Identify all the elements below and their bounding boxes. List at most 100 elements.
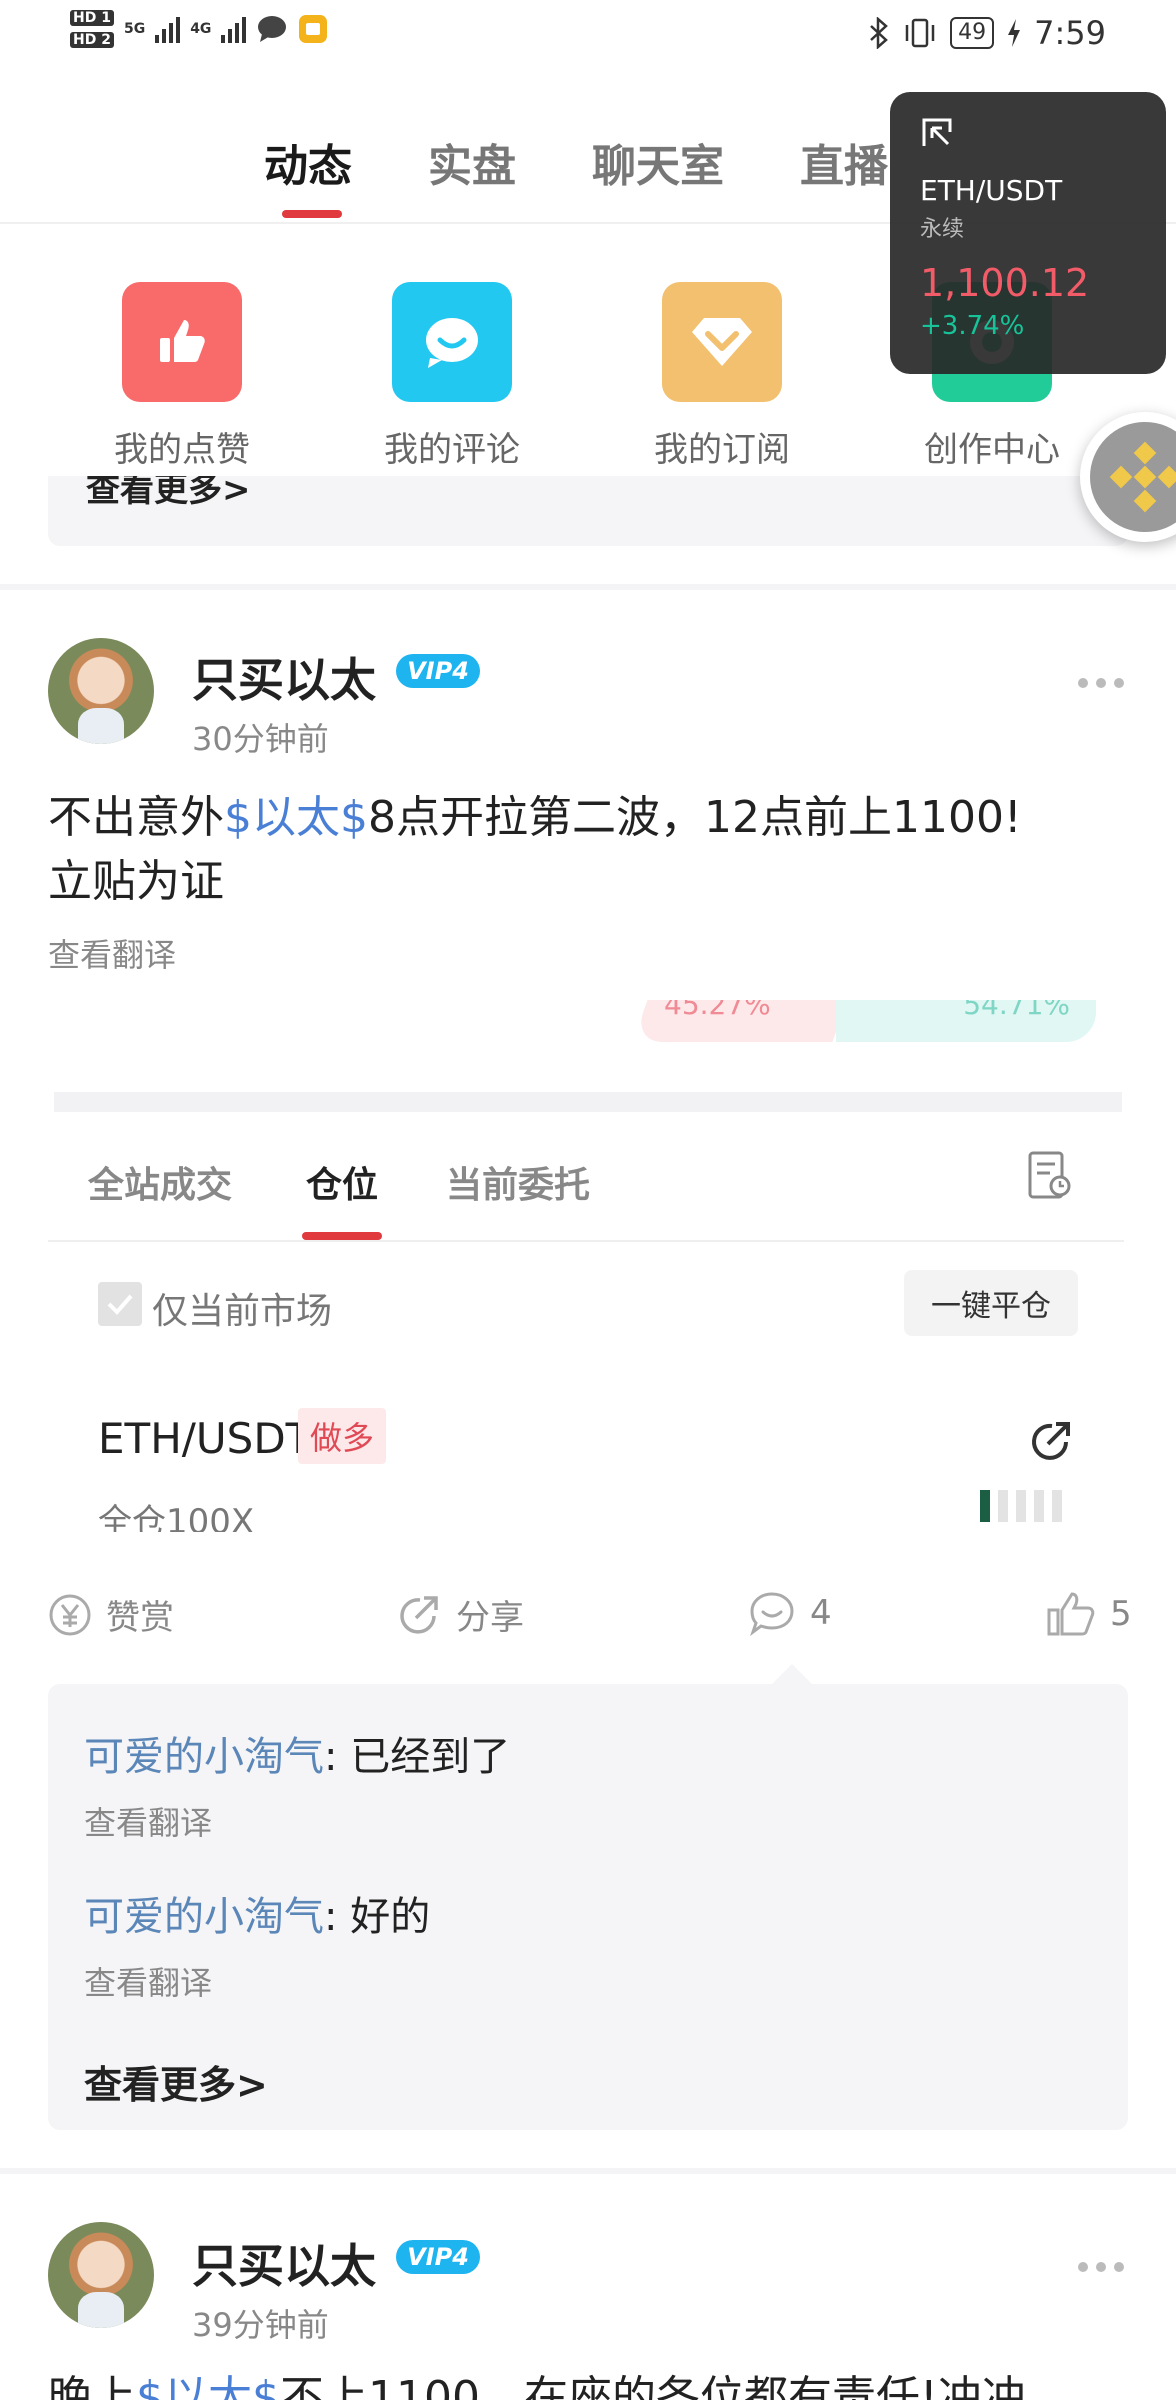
short-ratio-label: 54.71% bbox=[963, 1000, 1070, 1021]
expand-window-icon[interactable] bbox=[920, 116, 954, 150]
risk-level-indicator bbox=[980, 1490, 1062, 1522]
post-text: 不出意外$以太$8点开拉第二波，12点前上1100! 立贴为证 bbox=[48, 786, 1128, 914]
signal-icon bbox=[155, 15, 181, 43]
long-ratio-label: 45.27% bbox=[664, 1000, 771, 1021]
app-notification-icon bbox=[299, 15, 328, 43]
view-translation-link[interactable]: 查看翻译 bbox=[84, 1958, 212, 2004]
subtab-all-trades[interactable]: 全站成交 bbox=[88, 1156, 232, 1208]
thumbs-up-outline-icon bbox=[1047, 1592, 1095, 1636]
signal-icon-2 bbox=[221, 15, 247, 43]
vip-badge: VIP4 bbox=[396, 2240, 480, 2274]
embedded-card-divider bbox=[54, 1092, 1122, 1112]
tip-button[interactable]: 赞赏 bbox=[48, 1590, 174, 1639]
share-position-icon[interactable] bbox=[1028, 1418, 1074, 1464]
post-time: 30分钟前 bbox=[192, 720, 329, 758]
floating-price-widget[interactable]: ETH/USDT 永续 1,100.12 +3.74% bbox=[890, 92, 1166, 374]
position-side-badge: 做多 bbox=[298, 1408, 387, 1464]
post-text-pre: 晚上 bbox=[48, 2372, 136, 2400]
vip-badge: VIP4 bbox=[396, 654, 480, 688]
binance-logo-icon bbox=[1090, 422, 1176, 532]
post-text-post: 8点开拉第二波，12点前上1100! bbox=[368, 792, 1022, 843]
comment-item: 可爱的小淘气: 好的 bbox=[84, 1884, 430, 1942]
vibrate-icon bbox=[905, 18, 935, 48]
comment-count: 4 bbox=[810, 1593, 832, 1633]
only-current-market-checkbox[interactable] bbox=[98, 1282, 142, 1326]
avatar[interactable] bbox=[48, 638, 154, 744]
widget-pair: ETH/USDT bbox=[920, 174, 1063, 207]
comment-button[interactable]: 4 bbox=[748, 1590, 832, 1636]
battery-indicator: 49 bbox=[950, 17, 995, 49]
subtabs-divider bbox=[48, 1240, 1124, 1242]
comment-text: : 好的 bbox=[324, 1894, 431, 1940]
position-leverage: 全仓100X bbox=[98, 1502, 255, 1532]
top-tabs: 动态 实盘 聊天室 直播 bbox=[264, 130, 888, 194]
post-author[interactable]: 只买以太 bbox=[192, 644, 376, 710]
sim-indicators: HD 1 HD 2 bbox=[70, 10, 114, 48]
widget-price: 1,100.12 bbox=[920, 261, 1090, 305]
sim2-label: HD 2 bbox=[70, 32, 114, 48]
comments-pointer bbox=[772, 1664, 812, 1684]
previous-post-comments-card: 查看更多> bbox=[48, 476, 1128, 546]
tab-feed[interactable]: 动态 bbox=[264, 130, 352, 194]
shortcut-label: 创作中心 bbox=[924, 430, 1060, 470]
thumbs-up-icon bbox=[122, 282, 242, 402]
shortcut-my-comments[interactable]: 我的评论 bbox=[352, 282, 552, 471]
view-translation-link[interactable]: 查看翻译 bbox=[48, 930, 176, 976]
order-history-icon[interactable] bbox=[1026, 1150, 1074, 1202]
post-actions: 赞赏 分享 4 5 bbox=[0, 1590, 1176, 1640]
shortcut-my-subscriptions[interactable]: 我的订阅 bbox=[622, 282, 822, 471]
tab-livestream[interactable]: 直播 bbox=[800, 130, 888, 194]
post-time: 39分钟前 bbox=[192, 2306, 329, 2344]
view-translation-link[interactable]: 查看翻译 bbox=[84, 1798, 212, 1844]
comment-icon bbox=[392, 282, 512, 402]
section-separator bbox=[0, 2168, 1176, 2174]
comment-user[interactable]: 可爱的小淘气 bbox=[84, 1734, 324, 1780]
more-options-icon[interactable] bbox=[1078, 678, 1124, 688]
only-current-market-label: 仅当前市场 bbox=[152, 1291, 333, 1332]
subtab-positions[interactable]: 仓位 bbox=[306, 1156, 378, 1208]
sim1-label: HD 1 bbox=[70, 10, 114, 26]
comment-user[interactable]: 可爱的小淘气 bbox=[84, 1894, 324, 1940]
avatar[interactable] bbox=[48, 2222, 154, 2328]
post-text-post: 不上1100，在座的各位都有责任!冲冲 bbox=[280, 2372, 1026, 2400]
tip-label: 赞赏 bbox=[106, 1598, 174, 1638]
post-coin-tag[interactable]: $以太$ bbox=[224, 792, 368, 843]
widget-change: +3.74% bbox=[920, 311, 1025, 341]
comment-item: 可爱的小淘气: 已经到了 bbox=[84, 1724, 510, 1782]
shortcut-my-likes[interactable]: 我的点赞 bbox=[82, 282, 282, 471]
post-text-pre: 不出意外 bbox=[48, 792, 224, 843]
yuan-coin-icon bbox=[49, 1594, 91, 1635]
view-more-comments-link[interactable]: 查看更多> bbox=[84, 2054, 268, 2109]
post-author[interactable]: 只买以太 bbox=[192, 2230, 376, 2296]
post-text-line2: 立贴为证 bbox=[48, 856, 224, 907]
subtab-open-orders[interactable]: 当前委托 bbox=[446, 1156, 590, 1208]
more-options-icon[interactable] bbox=[1078, 2262, 1124, 2272]
close-all-positions-button[interactable]: 一键平仓 bbox=[904, 1270, 1078, 1336]
comment-bubble-icon bbox=[750, 1592, 794, 1636]
active-tab-indicator bbox=[282, 210, 342, 218]
shortcut-label: 我的点赞 bbox=[114, 430, 250, 470]
section-separator bbox=[0, 584, 1176, 590]
status-right: 49 7:59 bbox=[868, 14, 1106, 52]
like-button[interactable]: 5 bbox=[1046, 1590, 1132, 1638]
tab-live-trading[interactable]: 实盘 bbox=[428, 130, 516, 194]
shortcut-label: 我的评论 bbox=[384, 430, 520, 470]
post-coin-tag[interactable]: $以太$ bbox=[136, 2372, 280, 2400]
active-subtab-indicator bbox=[302, 1232, 382, 1240]
widget-contract-type: 永续 bbox=[920, 217, 965, 242]
comments-box: 可爱的小淘气: 已经到了 查看翻译 可爱的小淘气: 好的 查看翻译 查看更多> bbox=[48, 1684, 1128, 2130]
status-left: HD 1 HD 2 5G 4G bbox=[70, 10, 328, 48]
network-5g-label: 5G bbox=[123, 21, 146, 37]
like-count: 5 bbox=[1110, 1594, 1132, 1634]
post-text: 晚上$以太$不上1100，在座的各位都有责任!冲冲 bbox=[48, 2366, 1128, 2400]
view-more-link[interactable]: 查看更多> bbox=[86, 476, 251, 511]
message-icon bbox=[258, 16, 287, 42]
network-4g-label: 4G bbox=[190, 21, 212, 37]
charging-icon bbox=[1008, 19, 1021, 47]
share-button[interactable]: 分享 bbox=[396, 1590, 524, 1639]
comment-text: : 已经到了 bbox=[324, 1734, 511, 1780]
status-bar: HD 1 HD 2 5G 4G 49 7:59 bbox=[0, 0, 1176, 70]
bluetooth-icon bbox=[870, 17, 889, 49]
shortcut-label: 我的订阅 bbox=[654, 430, 790, 470]
tab-chatroom[interactable]: 聊天室 bbox=[592, 130, 724, 194]
